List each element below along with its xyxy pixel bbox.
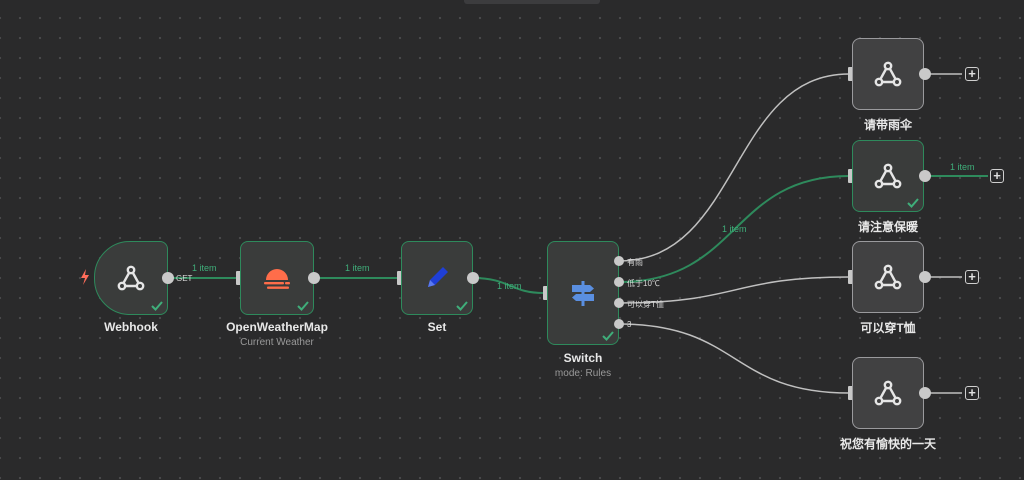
weather-output-handle[interactable] — [308, 272, 320, 284]
webhook-icon — [872, 160, 904, 192]
webhook-output-handle[interactable] — [162, 272, 174, 284]
umbrella-add-node-button[interactable]: + — [965, 67, 979, 81]
pencil-icon — [422, 263, 452, 293]
edge-label-warm-out: 1 item — [950, 162, 975, 172]
node-warm[interactable] — [852, 140, 924, 212]
happy-add-node-button[interactable]: + — [965, 386, 979, 400]
node-webhook[interactable] — [94, 241, 168, 315]
umbrella-output-handle[interactable] — [919, 68, 931, 80]
node-umbrella[interactable] — [852, 38, 924, 110]
edge-label-switch-warm: 1 item — [722, 224, 747, 234]
node-title-tshirt: 可以穿T恤 — [860, 321, 916, 335]
edge-switch-to-happy — [618, 323, 850, 394]
node-title-happy: 祝您有愉快的一天 — [839, 437, 937, 451]
switch-output-handle-1[interactable] — [614, 277, 624, 287]
node-tshirt[interactable] — [852, 241, 924, 313]
node-title-warm: 请注意保暖 — [857, 220, 919, 234]
webhook-icon — [115, 262, 147, 294]
edge-label-webhook-weather: 1 item — [192, 263, 217, 273]
switch-output-label-3: 3 — [627, 320, 632, 329]
node-happy[interactable] — [852, 357, 924, 429]
node-title-openweathermap: OpenWeatherMap — [226, 320, 328, 334]
success-check-icon — [907, 198, 919, 208]
tshirt-add-node-button[interactable]: + — [965, 270, 979, 284]
signpost-icon — [568, 278, 598, 308]
node-title-webhook: Webhook — [104, 320, 158, 334]
edge-label-set-switch: 1 item — [497, 281, 522, 291]
success-check-icon — [602, 331, 614, 341]
switch-output-label-1: 低于10℃ — [627, 279, 660, 288]
success-check-icon — [456, 301, 468, 311]
node-set[interactable] — [401, 241, 473, 315]
success-check-icon — [151, 301, 163, 311]
tshirt-output-handle[interactable] — [919, 271, 931, 283]
node-switch[interactable] — [547, 241, 619, 345]
webhook-icon — [872, 261, 904, 293]
node-openweathermap[interactable] — [240, 241, 314, 315]
switch-output-handle-2[interactable] — [614, 298, 624, 308]
success-check-icon — [297, 301, 309, 311]
happy-output-handle[interactable] — [919, 387, 931, 399]
warm-output-handle[interactable] — [919, 170, 931, 182]
webhook-icon — [872, 58, 904, 90]
switch-output-label-0: 有雨 — [627, 258, 643, 267]
set-output-handle[interactable] — [467, 272, 479, 284]
node-title-switch: Switch — [563, 351, 603, 365]
sun-icon — [261, 264, 293, 292]
webhook-method-label: GET — [176, 274, 193, 283]
node-subtitle-switch: mode: Rules — [554, 368, 612, 379]
node-title-umbrella: 请带雨伞 — [863, 118, 913, 132]
webhook-icon — [872, 377, 904, 409]
node-subtitle-openweathermap: Current Weather — [240, 337, 314, 348]
node-title-set: Set — [427, 320, 447, 334]
edge-label-weather-set: 1 item — [345, 263, 370, 273]
switch-output-handle-3[interactable] — [614, 319, 624, 329]
warm-add-node-button[interactable]: + — [990, 169, 1004, 183]
switch-output-handle-0[interactable] — [614, 256, 624, 266]
switch-output-label-2: 可以穿T恤 — [627, 300, 664, 309]
trigger-bolt-icon — [80, 269, 90, 285]
